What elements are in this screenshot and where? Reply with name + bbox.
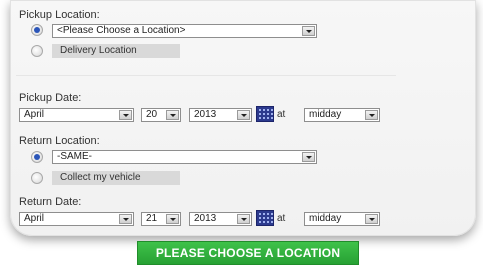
return-day-select[interactable]: 21 <box>141 212 181 226</box>
chevron-down-icon <box>302 152 315 162</box>
return-day-value: 21 <box>146 213 158 224</box>
return-year-select[interactable]: 2013 <box>189 212 252 226</box>
pickup-date-label: Pickup Date: <box>19 92 82 104</box>
return-location-select[interactable]: -SAME- <box>52 150 317 164</box>
return-at-label: at <box>277 213 286 224</box>
chevron-down-icon <box>237 110 250 120</box>
return-location-label: Return Location: <box>19 135 100 147</box>
pickup-location-radio[interactable] <box>31 24 43 36</box>
calendar-icon[interactable] <box>256 210 274 226</box>
chevron-down-icon <box>302 26 315 36</box>
pickup-location-select[interactable]: <Please Choose a Location> <box>52 24 317 38</box>
return-year-value: 2013 <box>194 213 217 224</box>
pickup-day-value: 20 <box>146 109 158 120</box>
return-time-value: midday <box>309 213 342 224</box>
return-month-value: April <box>24 213 45 224</box>
booking-panel: Pickup Location: <Please Choose a Locati… <box>10 0 476 236</box>
pickup-location-label: Pickup Location: <box>19 9 100 21</box>
section-divider <box>16 75 396 76</box>
return-location-select-value: -SAME- <box>57 151 92 162</box>
chevron-down-icon <box>166 110 179 120</box>
chevron-down-icon <box>119 110 132 120</box>
return-same-radio[interactable] <box>31 151 43 163</box>
pickup-year-select[interactable]: 2013 <box>189 108 252 122</box>
calendar-icon[interactable] <box>256 106 274 122</box>
pickup-month-value: April <box>24 109 45 120</box>
pickup-at-label: at <box>277 109 286 120</box>
pickup-month-select[interactable]: April <box>19 108 134 122</box>
chevron-down-icon <box>365 110 378 120</box>
choose-location-button[interactable]: PLEASE CHOOSE A LOCATION <box>137 241 359 265</box>
return-time-select[interactable]: midday <box>304 212 380 226</box>
return-date-label: Return Date: <box>19 196 82 208</box>
return-month-select[interactable]: April <box>19 212 134 226</box>
chevron-down-icon <box>365 214 378 224</box>
chevron-down-icon <box>119 214 132 224</box>
pickup-time-select[interactable]: midday <box>304 108 380 122</box>
pickup-day-select[interactable]: 20 <box>141 108 181 122</box>
chevron-down-icon <box>166 214 179 224</box>
pickup-year-value: 2013 <box>194 109 217 120</box>
chevron-down-icon <box>237 214 250 224</box>
collect-vehicle-radio[interactable] <box>31 172 43 184</box>
delivery-location-radio[interactable] <box>31 45 43 57</box>
collect-vehicle-option[interactable]: Collect my vehicle <box>52 171 180 185</box>
pickup-time-value: midday <box>309 109 342 120</box>
pickup-location-select-value: <Please Choose a Location> <box>57 25 186 36</box>
delivery-location-option[interactable]: Delivery Location <box>52 44 180 58</box>
